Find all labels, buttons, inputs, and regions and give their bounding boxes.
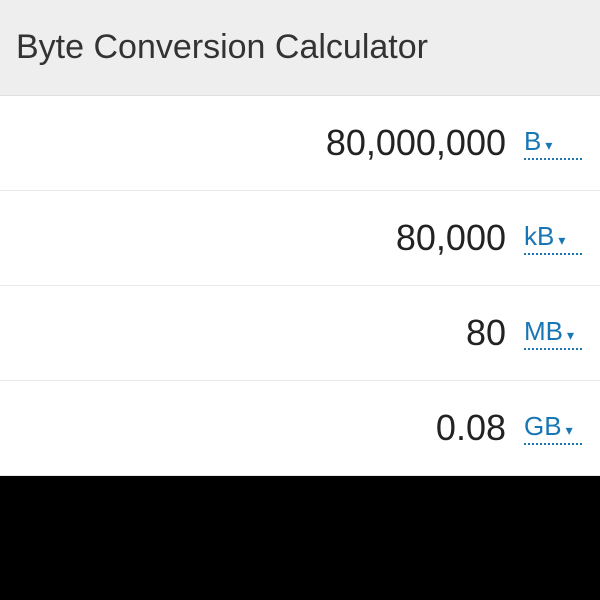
value-display[interactable]: 80 bbox=[466, 312, 506, 354]
unit-selector-gigabytes[interactable]: GB ▾ bbox=[524, 411, 582, 445]
unit-label: GB bbox=[524, 411, 562, 442]
chevron-down-icon: ▾ bbox=[567, 327, 574, 344]
unit-label: MB bbox=[524, 316, 563, 347]
unit-selector-kilobytes[interactable]: kB ▾ bbox=[524, 221, 582, 255]
unit-selector-bytes[interactable]: B ▾ bbox=[524, 126, 582, 160]
unit-selector-megabytes[interactable]: MB ▾ bbox=[524, 316, 582, 350]
chevron-down-icon: ▾ bbox=[545, 137, 552, 154]
panel-title: Byte Conversion Calculator bbox=[0, 0, 600, 96]
unit-label: kB bbox=[524, 221, 554, 252]
calculator-panel: Byte Conversion Calculator 80,000,000 B … bbox=[0, 0, 600, 476]
value-display[interactable]: 0.08 bbox=[436, 407, 506, 449]
conversion-row: 80,000 kB ▾ bbox=[0, 191, 600, 286]
unit-label: B bbox=[524, 126, 541, 157]
chevron-down-icon: ▾ bbox=[558, 232, 565, 249]
chevron-down-icon: ▾ bbox=[566, 422, 573, 439]
conversion-row: 80,000,000 B ▾ bbox=[0, 96, 600, 191]
conversion-row: 80 MB ▾ bbox=[0, 286, 600, 381]
conversion-row: 0.08 GB ▾ bbox=[0, 381, 600, 476]
value-display[interactable]: 80,000 bbox=[396, 217, 506, 259]
value-display[interactable]: 80,000,000 bbox=[326, 122, 506, 164]
